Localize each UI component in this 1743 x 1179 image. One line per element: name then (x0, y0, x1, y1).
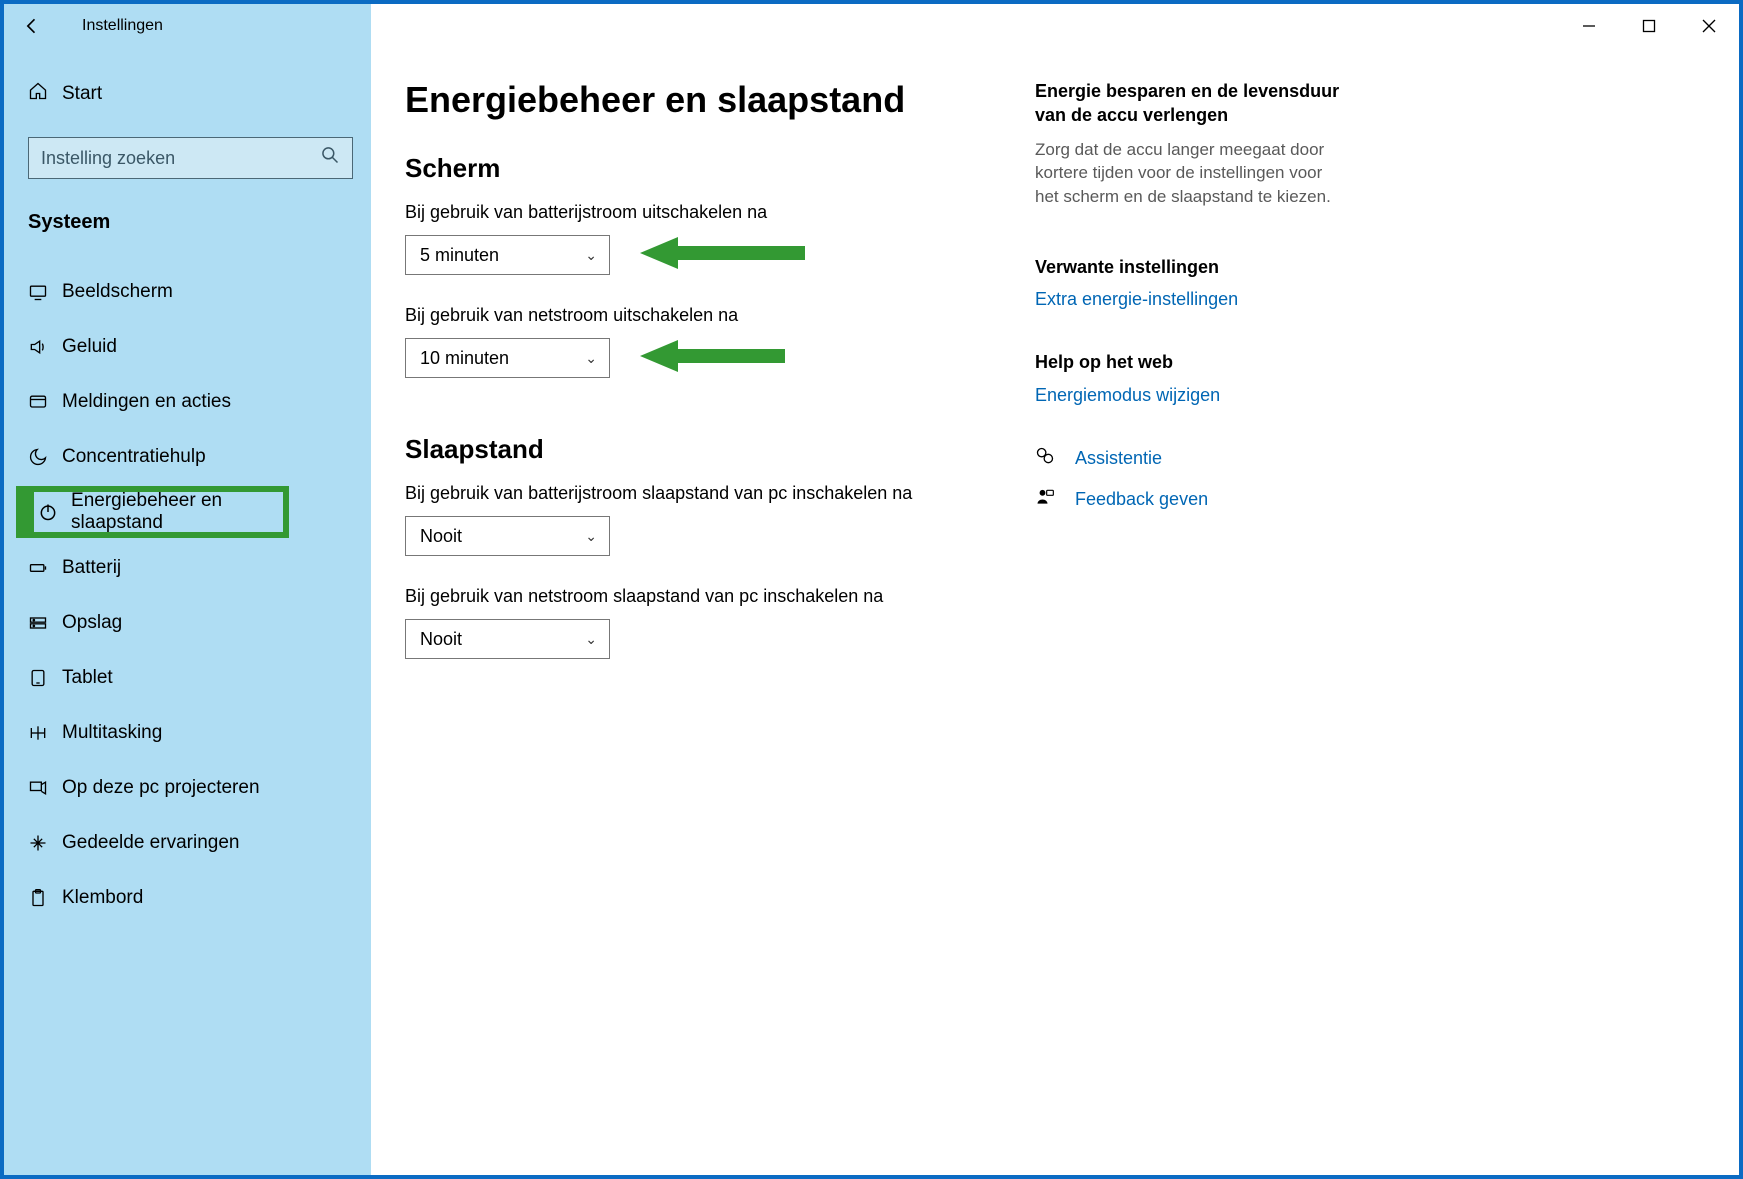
search-input[interactable] (41, 148, 320, 169)
link-support[interactable]: Assistentie (1075, 448, 1162, 469)
sidebar-item-display[interactable]: Beeldscherm (4, 264, 371, 319)
aside-webhelp-title: Help op het web (1035, 350, 1345, 374)
sidebar-item-label: Tablet (62, 667, 113, 689)
sidebar-list: Beeldscherm Geluid Meldingen en acties C… (4, 264, 371, 925)
sidebar-item-multitask[interactable]: Multitasking (4, 705, 371, 760)
sound-icon (28, 337, 62, 357)
minimize-icon (1582, 19, 1596, 33)
aside-tip-text: Zorg dat de accu langer meegaat door kor… (1035, 138, 1345, 209)
link-change-power-mode[interactable]: Energiemodus wijzigen (1035, 385, 1345, 406)
sidebar-item-label: Klembord (62, 887, 143, 909)
maximize-icon (1642, 19, 1656, 33)
notifications-icon (28, 392, 62, 412)
sleep-battery-value: Nooit (420, 526, 462, 547)
titlebar: Instellingen (4, 4, 1739, 47)
screen-plugged-value: 10 minuten (420, 348, 509, 369)
sidebar-item-label: Multitasking (62, 722, 162, 744)
sidebar-category: Systeem (4, 201, 371, 246)
focus-icon (28, 447, 62, 467)
sleep-battery-label: Bij gebruik van batterijstroom slaapstan… (405, 483, 1005, 504)
sidebar-item-clipboard[interactable]: Klembord (4, 870, 371, 925)
sidebar-item-power[interactable]: Energiebeheer en slaapstand (16, 486, 289, 538)
chevron-down-icon: ⌄ (585, 350, 597, 367)
link-feedback[interactable]: Feedback geven (1075, 489, 1208, 510)
maximize-button[interactable] (1619, 4, 1679, 47)
tablet-icon (28, 668, 62, 688)
sidebar-item-notifications[interactable]: Meldingen en acties (4, 374, 371, 429)
minimize-button[interactable] (1559, 4, 1619, 47)
home-button[interactable]: Start (4, 69, 371, 119)
sidebar-item-label: Energiebeheer en slaapstand (71, 490, 283, 534)
titlebar-right (371, 4, 1739, 47)
storage-icon (28, 613, 62, 633)
back-button[interactable] (4, 4, 59, 47)
sidebar-item-project[interactable]: Op deze pc projecteren (4, 760, 371, 815)
search-box[interactable] (28, 137, 353, 179)
home-label: Start (62, 83, 102, 105)
aside-tip-title: Energie besparen en de levensduur van de… (1035, 79, 1345, 128)
aside-related-title: Verwante instellingen (1035, 255, 1345, 279)
sidebar-item-label: Op deze pc projecteren (62, 777, 260, 799)
battery-icon (28, 558, 62, 578)
home-icon (28, 81, 62, 107)
sidebar-item-battery[interactable]: Batterij (4, 540, 371, 595)
feedback-row: Feedback geven (1035, 487, 1345, 512)
support-icon (1035, 446, 1057, 471)
sidebar-item-label: Gedeelde ervaringen (62, 832, 239, 854)
sidebar-item-shared[interactable]: Gedeelde ervaringen (4, 815, 371, 870)
multitask-icon (28, 723, 62, 743)
support-row: Assistentie (1035, 446, 1345, 471)
back-arrow-icon (22, 16, 42, 36)
screen-battery-value: 5 minuten (420, 245, 499, 266)
screen-plugged-label: Bij gebruik van netstroom uitschakelen n… (405, 305, 1005, 326)
sidebar-item-label: Meldingen en acties (62, 391, 231, 413)
display-icon (28, 282, 62, 302)
sidebar-item-label: Geluid (62, 336, 117, 358)
screen-battery-dropdown[interactable]: 5 minuten ⌄ (405, 235, 610, 275)
sidebar: Start Systeem Beeldscherm Geluid (4, 47, 371, 1175)
sidebar-item-label: Batterij (62, 557, 121, 579)
project-icon (28, 778, 62, 798)
content: Energiebeheer en slaapstand Scherm Bij g… (371, 47, 1739, 1175)
sidebar-item-label: Concentratiehulp (62, 446, 206, 468)
titlebar-left: Instellingen (4, 4, 371, 47)
aside-column: Energie besparen en de levensduur van de… (1035, 79, 1345, 1175)
section-screen-title: Scherm (405, 153, 1005, 184)
power-icon (38, 502, 67, 522)
section-sleep-title: Slaapstand (405, 434, 1005, 465)
feedback-icon (1035, 487, 1057, 512)
sidebar-item-label: Opslag (62, 612, 122, 634)
close-icon (1702, 19, 1716, 33)
link-extra-power-settings[interactable]: Extra energie-instellingen (1035, 289, 1345, 310)
screen-plugged-dropdown[interactable]: 10 minuten ⌄ (405, 338, 610, 378)
settings-window: Instellingen Start (0, 0, 1743, 1179)
clipboard-icon (28, 888, 62, 908)
chevron-down-icon: ⌄ (585, 247, 597, 264)
close-button[interactable] (1679, 4, 1739, 47)
page-title: Energiebeheer en slaapstand (405, 79, 1005, 121)
chevron-down-icon: ⌄ (585, 631, 597, 648)
sidebar-item-label: Beeldscherm (62, 281, 173, 303)
sleep-plugged-label: Bij gebruik van netstroom slaapstand van… (405, 586, 1005, 607)
screen-battery-label: Bij gebruik van batterijstroom uitschake… (405, 202, 1005, 223)
annotation-arrow (640, 235, 805, 271)
sidebar-item-focus[interactable]: Concentratiehulp (4, 429, 371, 484)
sidebar-item-storage[interactable]: Opslag (4, 595, 371, 650)
main-column: Energiebeheer en slaapstand Scherm Bij g… (405, 79, 1005, 1175)
body: Start Systeem Beeldscherm Geluid (4, 47, 1739, 1175)
sidebar-item-tablet[interactable]: Tablet (4, 650, 371, 705)
chevron-down-icon: ⌄ (585, 528, 597, 545)
sleep-plugged-value: Nooit (420, 629, 462, 650)
sidebar-item-sound[interactable]: Geluid (4, 319, 371, 374)
app-name: Instellingen (59, 17, 163, 35)
search-icon (320, 145, 340, 171)
shared-icon (28, 833, 62, 853)
annotation-arrow (640, 338, 785, 374)
sleep-plugged-dropdown[interactable]: Nooit ⌄ (405, 619, 610, 659)
sleep-battery-dropdown[interactable]: Nooit ⌄ (405, 516, 610, 556)
